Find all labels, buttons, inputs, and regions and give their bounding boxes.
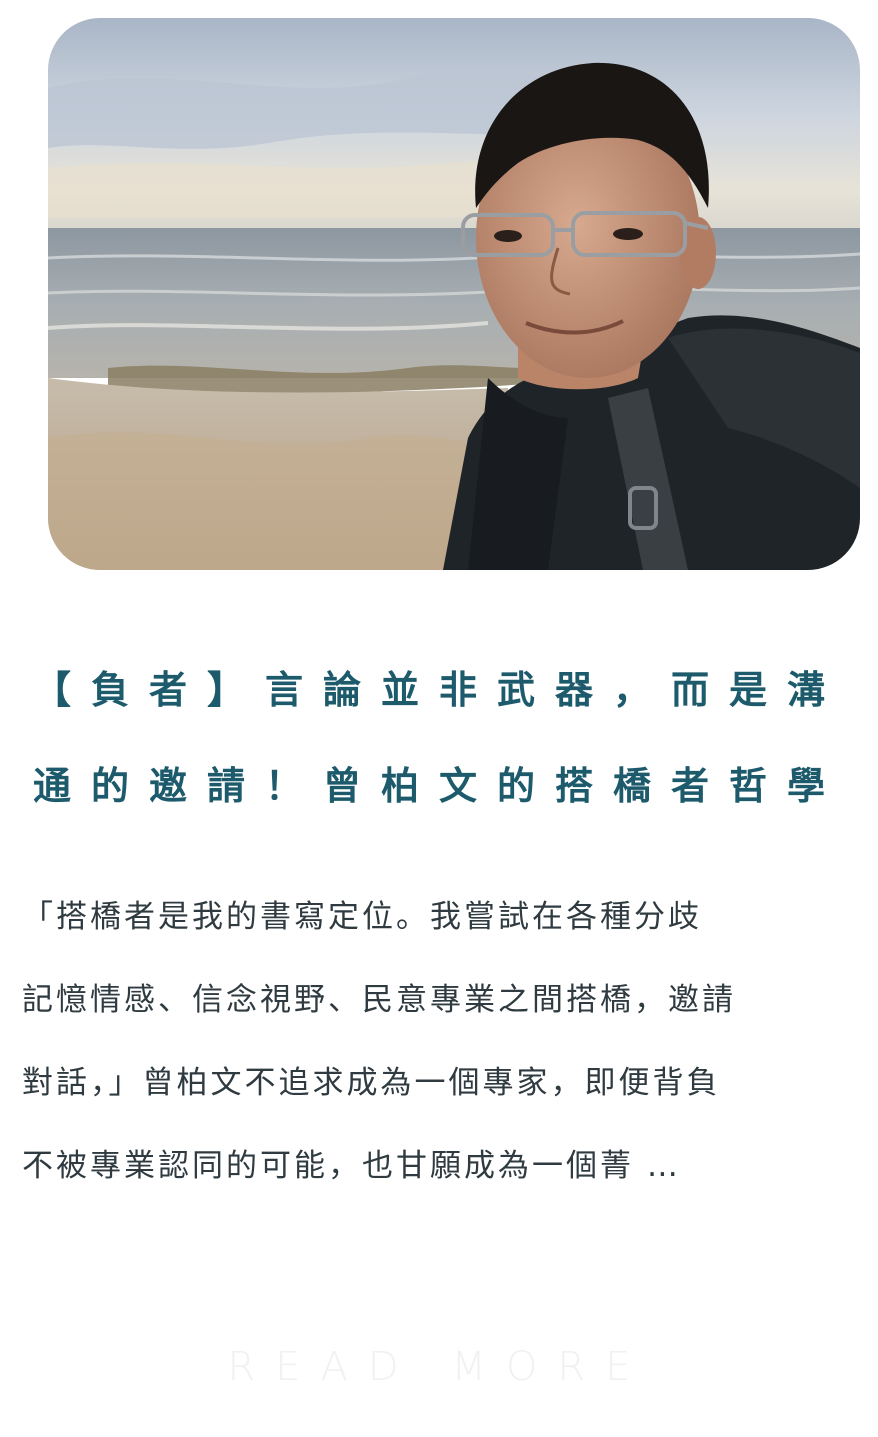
article-photo[interactable] [48, 18, 860, 570]
article-card[interactable]: 【負者】言論並非武器，而是溝 通的邀請！曾柏文的搭橋者哲學 「搭橋者是我的書寫定… [0, 0, 878, 1437]
headline-line-1: 【負者】言論並非武器，而是溝 [32, 668, 845, 712]
beach-portrait-image [48, 18, 860, 570]
excerpt-line-2: 記憶情感、信念視野、民意專業之間搭橋，邀請 [22, 982, 736, 1018]
read-more-button[interactable]: READ MORE [0, 1344, 878, 1390]
article-excerpt: 「搭橋者是我的書寫定位。我嘗試在各種分歧 記憶情感、信念視野、民意專業之間搭橋，… [22, 876, 862, 1208]
excerpt-line-4: 不被專業認同的可能，也甘願成為一個菁 … [22, 1148, 681, 1184]
excerpt-line-1: 「搭橋者是我的書寫定位。我嘗試在各種分歧 [22, 899, 702, 935]
headline-line-2: 通的邀請！曾柏文的搭橋者哲學 [32, 764, 845, 808]
article-headline[interactable]: 【負者】言論並非武器，而是溝 通的邀請！曾柏文的搭橋者哲學 [0, 642, 878, 834]
excerpt-line-3: 對話，」曾柏文不追求成為一個專家，即便背負 [22, 1065, 721, 1101]
